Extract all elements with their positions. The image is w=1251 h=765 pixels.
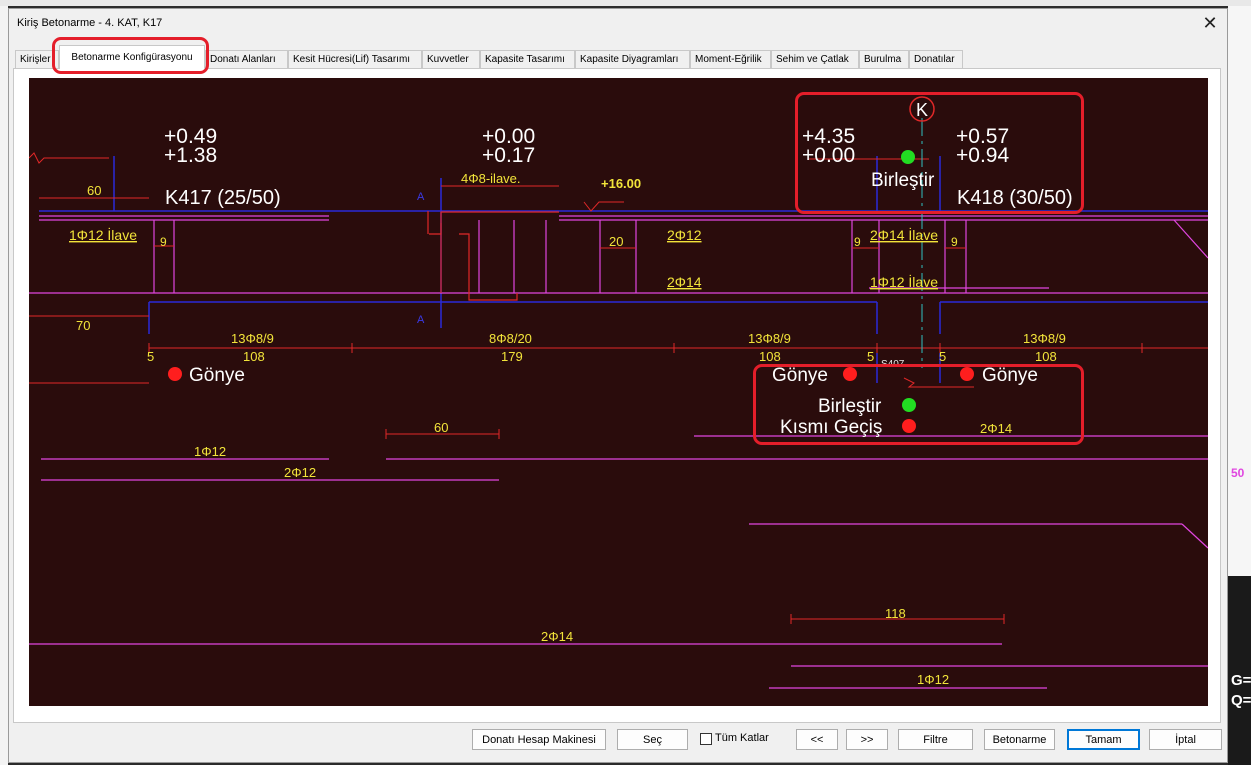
marker-labels: Gönye Gönye Gönye Birleştir Birleştir Kı… <box>189 170 1038 438</box>
rebar-labels: 60 4Φ8-ilave. 1Φ12 İlave 9 20 2Φ12 2Φ14 … <box>69 171 1066 687</box>
right-left-value-2: +0.00 <box>802 144 855 167</box>
tab-donatilar[interactable]: Donatılar <box>909 50 963 68</box>
label-108-a: 108 <box>243 349 265 364</box>
next-button[interactable]: >> <box>846 729 888 750</box>
reinforcement-drawing-canvas[interactable]: K +0.49 +1.38 +0.00 +0.17 +4.35 +0.00 +0… <box>29 78 1208 706</box>
label-bot-2phi14-right: 2Φ14 <box>980 421 1012 436</box>
label-seventy: 70 <box>76 318 90 333</box>
gonye-right-label: Gönye <box>982 365 1038 386</box>
label-five-b: 5 <box>867 349 874 364</box>
tab-moment-egrilik[interactable]: Moment-Eğrilik <box>690 50 771 68</box>
title-bar: Kiriş Betonarme - 4. KAT, K17 ✕ <box>9 9 1227 37</box>
bg-fragment-q: Q= <box>1231 692 1251 709</box>
gonye-right-dot <box>960 367 974 381</box>
tab-burulma[interactable]: Burulma <box>859 50 909 68</box>
label-nine-a: 9 <box>160 235 167 249</box>
label-stirrup-1: 13Φ8/9 <box>231 331 274 346</box>
label-1phi12-ilave: 1Φ12 İlave <box>69 226 137 243</box>
label-60-mid: 60 <box>434 420 448 435</box>
tab-betonarme-konfigurasyonu[interactable]: Betonarme Konfigürasyonu <box>59 45 205 69</box>
dimension-lines <box>29 152 1208 620</box>
label-4phi8-ilave: 4Φ8-ilave. <box>461 171 521 186</box>
gonye-left-label: Gönye <box>189 365 245 386</box>
all-floors-checkbox[interactable] <box>700 733 712 745</box>
len-60-top: 60 <box>87 183 101 198</box>
tab-kesit-hucresi[interactable]: Kesit Hücresi(Lif) Tasarımı <box>288 50 422 68</box>
window-title: Kiriş Betonarme - 4. KAT, K17 <box>17 17 163 29</box>
bg-fragment-g: G= <box>1231 672 1251 689</box>
mid-value-2: +0.17 <box>482 144 535 167</box>
label-nine-b: 9 <box>854 235 861 249</box>
label-bot-1phi12-b: 1Φ12 <box>917 672 949 687</box>
bg-fragment-50: 50 <box>1231 466 1245 480</box>
birlestir-top-dot <box>901 150 915 164</box>
label-bot-1phi12: 1Φ12 <box>194 444 226 459</box>
label-s407: S407 <box>881 359 905 370</box>
level-mark: +16.00 <box>601 176 641 191</box>
label-1phi12-ilave-right: 1Φ12 İlave <box>870 273 938 290</box>
beam-right-name: K418 (30/50) <box>957 187 1073 209</box>
background-right-edge: 50 G= Q= <box>1228 6 1251 765</box>
birlestir-bottom-dot <box>902 398 916 412</box>
label-five-c: 5 <box>939 349 946 364</box>
label-bot-2phi12: 2Φ12 <box>284 465 316 480</box>
kismi-gecis-dot <box>902 419 916 433</box>
all-floors-label: Tüm Katlar <box>715 732 769 744</box>
support-values: +0.49 +1.38 +0.00 +0.17 +4.35 +0.00 +0.5… <box>164 125 1009 167</box>
right-right-value-2: +0.94 <box>956 144 1009 167</box>
tab-kirisler[interactable]: Kirişler <box>15 50 59 68</box>
gonye-mid-label: Gönye <box>772 365 828 386</box>
close-icon[interactable]: ✕ <box>1199 12 1221 34</box>
tab-donati-alanlari[interactable]: Donatı Alanları <box>205 50 288 68</box>
label-top-2phi12: 2Φ12 <box>667 227 702 243</box>
label-nine-c: 9 <box>951 235 958 249</box>
drawing-svg: K +0.49 +1.38 +0.00 +0.17 +4.35 +0.00 +0… <box>29 96 1208 689</box>
tab-kapasite-diyagramlari[interactable]: Kapasite Diyagramları <box>575 50 690 68</box>
label-118: 118 <box>885 606 906 621</box>
label-stirrup-3: 13Φ8/9 <box>748 331 791 346</box>
label-108-c: 108 <box>1035 349 1057 364</box>
select-button[interactable]: Seç <box>617 729 688 750</box>
section-mark-a-top: A <box>417 191 425 203</box>
marker-dots <box>168 150 974 433</box>
section-mark-a-bottom: A <box>417 314 425 326</box>
birlestir-top-label: Birleştir <box>871 170 935 191</box>
bottom-button-bar: Donatı Hesap Makinesi Seç Tüm Katlar << … <box>9 729 1227 759</box>
birlestir-bottom-label: Birleştir <box>818 396 882 417</box>
betonarme-button[interactable]: Betonarme <box>984 729 1055 750</box>
tab-kuvvetler[interactable]: Kuvvetler <box>422 50 480 68</box>
left-value-2: +1.38 <box>164 144 217 167</box>
label-2phi14-ilave: 2Φ14 İlave <box>870 226 938 243</box>
label-108-b: 108 <box>759 349 781 364</box>
background-strip <box>0 0 1251 6</box>
beam-left-name: K417 (25/50) <box>165 187 281 209</box>
axis-label: K <box>916 100 928 120</box>
background-left-edge <box>0 6 8 765</box>
label-top-2phi14: 2Φ14 <box>667 274 702 290</box>
cancel-button[interactable]: İptal <box>1149 729 1222 750</box>
tab-sehim-ve-catlak[interactable]: Sehim ve Çatlak <box>771 50 859 68</box>
column-section <box>427 211 559 301</box>
label-bot-2phi14: 2Φ14 <box>541 629 573 644</box>
tab-kapasite-tasarimi[interactable]: Kapasite Tasarımı <box>480 50 575 68</box>
filter-button[interactable]: Filtre <box>898 729 973 750</box>
ok-button[interactable]: Tamam <box>1067 729 1140 750</box>
label-stirrup-2: 8Φ8/20 <box>489 331 532 346</box>
gonye-left-dot <box>168 367 182 381</box>
label-stirrup-4: 13Φ8/9 <box>1023 331 1066 346</box>
label-179: 179 <box>501 349 523 364</box>
label-twenty: 20 <box>609 234 623 249</box>
kismi-gecis-label: Kısmı Geçiş <box>780 417 882 438</box>
label-five-a: 5 <box>147 349 154 364</box>
previous-button[interactable]: << <box>796 729 838 750</box>
gonye-mid-dot <box>843 367 857 381</box>
calculator-button[interactable]: Donatı Hesap Makinesi <box>472 729 606 750</box>
